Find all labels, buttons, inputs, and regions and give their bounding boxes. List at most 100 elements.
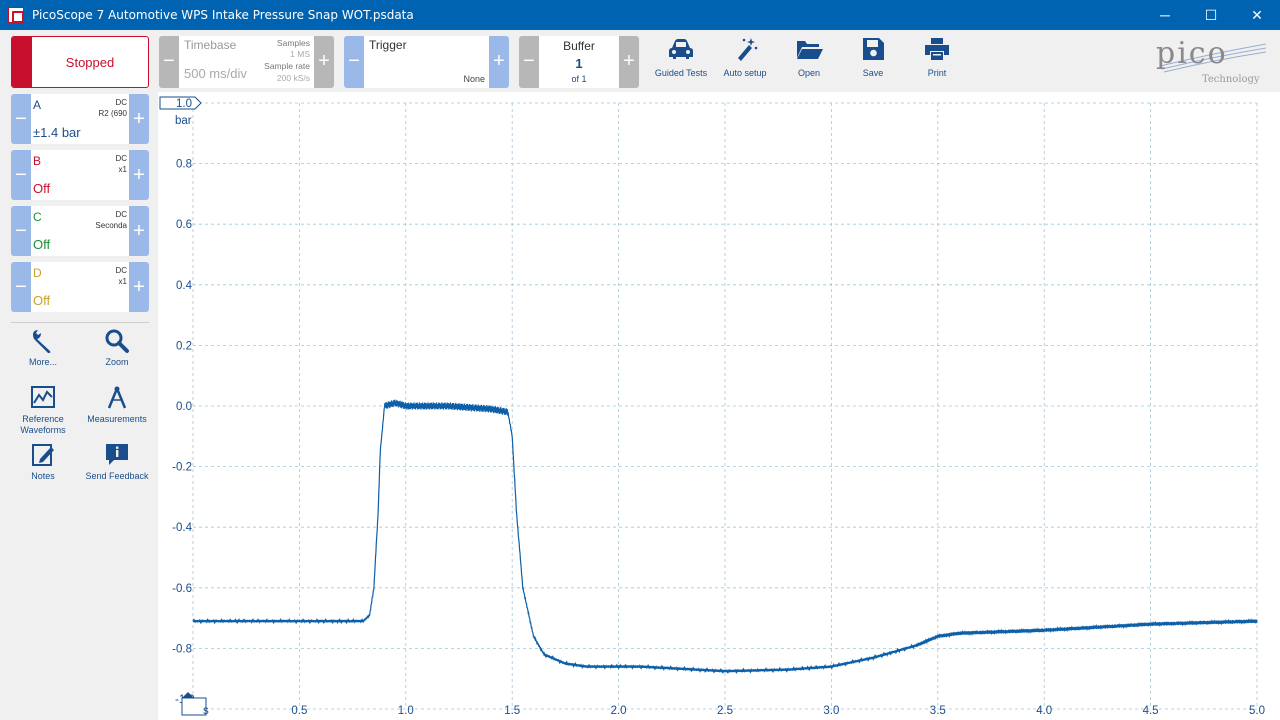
zoom-label: Zoom bbox=[105, 357, 129, 367]
maximize-button[interactable]: ☐ bbox=[1188, 0, 1234, 30]
x-tick-label: 2.5 bbox=[717, 705, 733, 717]
window-title: PicoScope 7 Automotive WPS Intake Pressu… bbox=[32, 8, 414, 22]
x-axis-unit: s bbox=[203, 705, 209, 717]
save-button[interactable]: Save bbox=[841, 36, 905, 88]
buffer-label: Buffer bbox=[563, 39, 595, 53]
more-label: More... bbox=[28, 357, 57, 367]
channel-a-range: ±1.4 bar bbox=[33, 125, 81, 140]
open-label: Open bbox=[797, 68, 821, 78]
timebase-increase-button[interactable]: + bbox=[314, 36, 334, 88]
measurements-button[interactable]: Measurements bbox=[80, 385, 154, 425]
open-button[interactable]: Open bbox=[777, 36, 841, 88]
car-icon bbox=[669, 39, 693, 59]
buffer-previous-button[interactable]: − bbox=[519, 36, 539, 88]
left-panel-divider bbox=[11, 322, 149, 323]
y-tick-label: 0.4 bbox=[176, 280, 193, 292]
buffer-next-button[interactable]: + bbox=[619, 36, 639, 88]
x-tick-label: 0.5 bbox=[291, 705, 307, 717]
guided-tests-button[interactable]: Guided Tests bbox=[649, 36, 713, 88]
sample-rate-value: 200 kS/s bbox=[276, 73, 310, 83]
y-tick-label: 0.2 bbox=[176, 340, 192, 352]
channel-a-name: A bbox=[33, 98, 42, 112]
x-tick-label: 5.0 bbox=[1249, 705, 1265, 717]
channel-a-coupling: DC bbox=[115, 98, 127, 107]
run-stop-button[interactable]: Stopped bbox=[11, 36, 149, 88]
timebase-decrease-button[interactable]: − bbox=[159, 36, 179, 88]
timebase-value: 500 ms/div bbox=[184, 66, 247, 81]
close-button[interactable]: ✕ bbox=[1234, 0, 1280, 30]
x-tick-label: 4.0 bbox=[1036, 705, 1052, 717]
trigger-control[interactable]: − Trigger None + bbox=[344, 36, 509, 88]
print-button[interactable]: Print bbox=[905, 36, 969, 88]
feedback-icon bbox=[106, 444, 128, 465]
buffer-control[interactable]: − Buffer 1 of 1 + bbox=[519, 36, 639, 88]
scope-view[interactable]: 0.8 0.6 0.4 0.2 0.0 -0.2 -0.4 -0.6 -0.8 0.0 0.5 1.… bbox=[158, 92, 1280, 720]
logo-word: pico bbox=[1156, 36, 1228, 71]
channel-d-card[interactable]: − D DC x1 Off + bbox=[11, 262, 149, 312]
channel-d-increase-button[interactable]: + bbox=[129, 262, 149, 312]
trigger-label: Trigger bbox=[369, 38, 407, 52]
run-state-label: Stopped bbox=[65, 55, 115, 70]
y-tick-label: -0.8 bbox=[172, 643, 192, 655]
x-tick-label: 1.5 bbox=[504, 705, 520, 717]
logo-subtitle: Technology bbox=[1202, 74, 1260, 85]
y-tick-label: 0.0 bbox=[176, 401, 192, 413]
channel-b-card[interactable]: − B DC x1 Off + bbox=[11, 150, 149, 200]
x-tick-label: 4.5 bbox=[1143, 705, 1159, 717]
magnifier-icon bbox=[105, 329, 129, 353]
channel-d-probe: x1 bbox=[118, 277, 127, 286]
channel-b-name: B bbox=[33, 154, 42, 168]
save-label: Save bbox=[862, 68, 884, 78]
channel-a-card[interactable]: − A DC R2 (690 ±1.4 bar + bbox=[11, 94, 149, 144]
auto-setup-button[interactable]: Auto setup bbox=[713, 36, 777, 88]
y-axis-top-marker[interactable]: 1.0 bbox=[159, 96, 202, 110]
x-tick-label: 3.0 bbox=[823, 705, 839, 717]
channel-a-increase-button[interactable]: + bbox=[129, 94, 149, 144]
y-axis-unit: bar bbox=[175, 115, 192, 127]
reference-waveforms-button[interactable]: Reference Waveforms bbox=[6, 385, 80, 436]
channel-c-name: C bbox=[33, 210, 42, 224]
channel-d-coupling: DC bbox=[115, 266, 127, 275]
toolbar: Stopped − Timebase 500 ms/div Samples 1 … bbox=[0, 30, 1280, 92]
notes-icon bbox=[32, 444, 54, 466]
channel-b-increase-button[interactable]: + bbox=[129, 150, 149, 200]
channel-c-coupling: DC bbox=[115, 210, 127, 219]
channel-d-name: D bbox=[33, 266, 42, 280]
left-panel: − A DC R2 (690 ±1.4 bar + − B DC x1 Off … bbox=[0, 92, 158, 720]
channel-d-decrease-button[interactable]: − bbox=[11, 262, 31, 312]
trigger-decrease-button[interactable]: − bbox=[344, 36, 364, 88]
run-state-indicator bbox=[12, 37, 32, 87]
x-tick-label: 1.0 bbox=[398, 705, 414, 717]
samples-label: Samples bbox=[276, 38, 310, 48]
timebase-control[interactable]: − Timebase 500 ms/div Samples 1 MS Sampl… bbox=[159, 36, 334, 88]
channel-a-probe: R2 (690 bbox=[98, 109, 127, 118]
channel-c-increase-button[interactable]: + bbox=[129, 206, 149, 256]
channel-b-decrease-button[interactable]: − bbox=[11, 150, 31, 200]
folder-icon bbox=[797, 41, 823, 59]
trigger-increase-button[interactable]: + bbox=[489, 36, 509, 88]
notes-button[interactable]: Notes bbox=[6, 442, 80, 482]
printer-icon bbox=[925, 38, 949, 60]
channel-c-card[interactable]: − C DC Seconda Off + bbox=[11, 206, 149, 256]
minimize-button[interactable]: ─ bbox=[1142, 0, 1188, 30]
channel-c-decrease-button[interactable]: − bbox=[11, 206, 31, 256]
compass-icon bbox=[107, 386, 127, 409]
x-tick-label: 3.5 bbox=[930, 705, 946, 717]
channel-a-decrease-button[interactable]: − bbox=[11, 94, 31, 144]
trigger-mode: None bbox=[463, 74, 485, 84]
send-feedback-button[interactable]: Send Feedback bbox=[80, 442, 154, 482]
graticule-grid bbox=[192, 102, 1258, 710]
reference-label-line1: Reference bbox=[22, 414, 64, 424]
timebase-label: Timebase bbox=[184, 38, 237, 52]
channel-c-range: Off bbox=[33, 237, 51, 252]
zoom-button[interactable]: Zoom bbox=[80, 328, 154, 368]
more-button[interactable]: More... bbox=[6, 328, 80, 368]
channel-b-probe: x1 bbox=[118, 165, 127, 174]
y-axis-labels: 0.8 0.6 0.4 0.2 0.0 -0.2 -0.4 -0.6 -0.8 bbox=[172, 159, 192, 656]
y-tick-label: -0.4 bbox=[172, 522, 192, 534]
channel-d-range: Off bbox=[33, 293, 51, 308]
reference-waveform-icon bbox=[31, 386, 55, 408]
notes-label: Notes bbox=[31, 471, 55, 481]
y-tick-label: 0.6 bbox=[176, 219, 192, 231]
channel-b-range: Off bbox=[33, 181, 51, 196]
